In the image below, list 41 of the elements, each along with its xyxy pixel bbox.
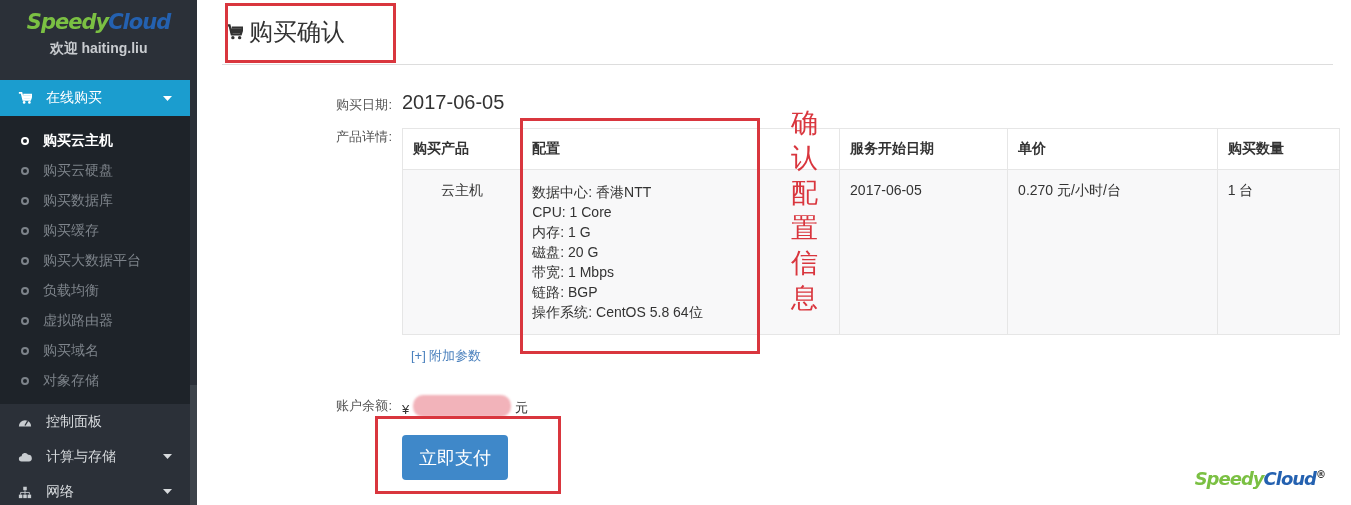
caret-icon (163, 95, 172, 101)
field-label: 产品详情: (335, 128, 392, 146)
submenu-item[interactable]: 购买数据库 (0, 186, 190, 216)
field-label: 购买日期: (335, 96, 392, 114)
menu-item[interactable]: 网络 (0, 474, 190, 505)
table-cell: 2017-06-05 (839, 169, 1008, 335)
submenu-item[interactable]: 虚拟路由器 (0, 306, 190, 336)
cart-icon (225, 23, 243, 41)
submenu-item[interactable]: 对象存储 (0, 366, 190, 396)
footer-logo: SpeedyCloud$^{®}$ (1194, 468, 1325, 489)
menu-item[interactable]: 控制面板 (0, 404, 190, 439)
scrollbar[interactable] (190, 0, 197, 505)
pay-button[interactable]: 立即支付 (402, 435, 508, 480)
page-title: 购买确认 (249, 17, 345, 47)
column-header: 购买数量 (1217, 128, 1340, 170)
currency-unit: 元 (515, 399, 529, 417)
welcome-text: 欢迎 haiting.liu (49, 40, 148, 58)
purchase-date: 2017-06-05 (402, 91, 506, 114)
table-cell: 0.270 元/小时/台 (1007, 169, 1218, 335)
submenu-item[interactable]: 购买云主机 (0, 126, 190, 156)
submenu-item[interactable]: 购买云硬盘 (0, 156, 190, 186)
submenu-item[interactable]: 购买大数据平台 (0, 246, 190, 276)
menu-item[interactable]: 计算与存储 (0, 439, 190, 474)
logo: SpeedyCloud (26, 10, 171, 34)
cart-icon (18, 91, 32, 105)
annotation-text: 确认配置信息 (791, 107, 818, 316)
column-header: 单价 (1007, 128, 1218, 170)
caret-icon (163, 489, 172, 494)
column-header: 服务开始日期 (839, 128, 1008, 170)
extra-params-link[interactable]: [+] 附加参数 (411, 347, 482, 365)
caret-icon (163, 454, 172, 459)
submenu-item[interactable]: 购买缓存 (0, 216, 190, 246)
currency-sign: ¥ (402, 402, 410, 417)
table-cell: 1 台 (1217, 169, 1340, 335)
field-label: 账户余额: (335, 397, 392, 415)
menu-item[interactable]: 在线购买 (0, 80, 190, 116)
table-cell: 云主机 (402, 169, 522, 335)
submenu-item[interactable]: 购买域名 (0, 336, 190, 366)
column-header: 购买产品 (402, 128, 522, 170)
sitemap-icon (18, 484, 32, 499)
submenu-item[interactable]: 负载均衡 (0, 276, 190, 306)
